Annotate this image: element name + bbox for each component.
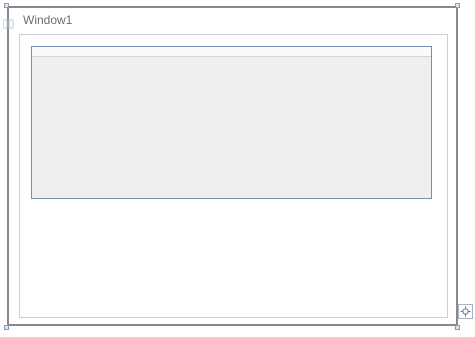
data-grid[interactable] xyxy=(31,46,432,199)
move-adorner-button[interactable] xyxy=(458,304,473,319)
data-grid-header[interactable] xyxy=(32,47,431,57)
content-grid[interactable] xyxy=(19,34,448,318)
crosshair-icon xyxy=(460,306,471,317)
resize-handle-top-left[interactable] xyxy=(4,3,9,8)
grid-marker-icon xyxy=(3,19,14,29)
resize-handle-bottom-left[interactable] xyxy=(4,325,9,330)
designer-canvas: Window1 xyxy=(0,0,475,337)
window-title: Window1 xyxy=(23,13,73,27)
resize-handle-top-right[interactable] xyxy=(455,3,460,8)
resize-handle-bottom-right[interactable] xyxy=(455,325,460,330)
window-frame[interactable]: Window1 xyxy=(7,6,458,326)
